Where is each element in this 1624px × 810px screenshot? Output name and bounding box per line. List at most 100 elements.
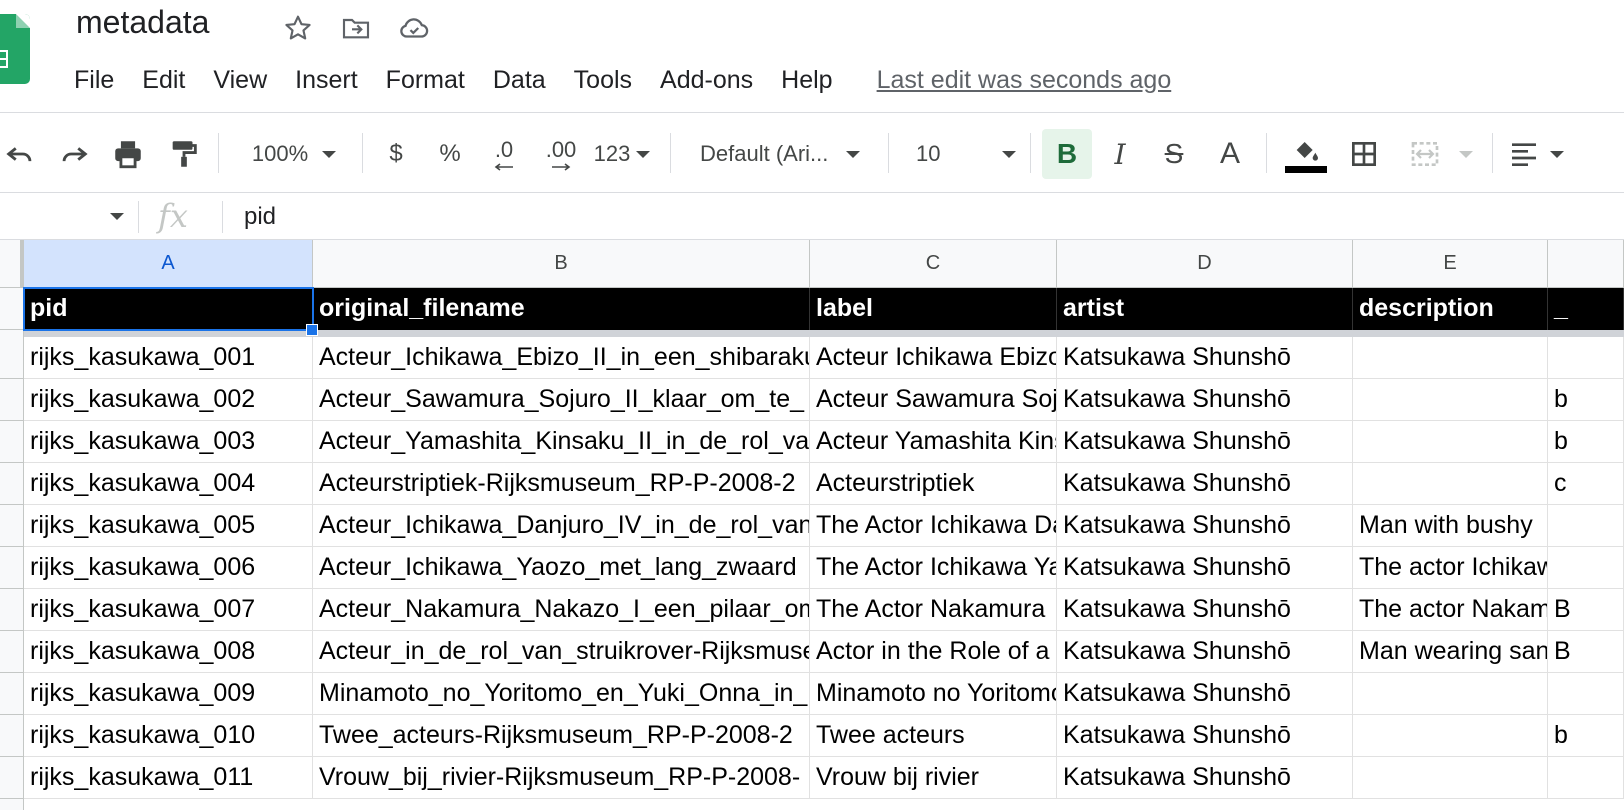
move-to-folder-icon[interactable] [338,10,374,46]
menu-view[interactable]: View [213,66,267,95]
cell-f[interactable] [1548,337,1624,379]
column-header-e[interactable]: E [1353,240,1548,288]
cell-f[interactable] [1548,757,1624,799]
cell-artist[interactable]: Katsukawa Shunshō [1057,589,1353,631]
cell-original-filename[interactable]: Minamoto_no_Yoritomo_en_Yuki_Onna_in_ [313,673,810,715]
cell-f[interactable]: c [1548,463,1624,505]
zoom-select[interactable]: 100% [238,129,350,179]
star-icon[interactable] [280,10,316,46]
cell-description[interactable] [1353,463,1548,505]
column-header-f[interactable] [1548,240,1624,288]
decrease-decimal-button[interactable]: .0 [484,129,524,179]
cell-description[interactable]: Man wearing sandals [1353,631,1548,673]
cell-pid[interactable]: rijks_kasukawa_009 [24,673,313,715]
cell-label[interactable]: Minamoto no Yoritomo [810,673,1057,715]
cell-description[interactable] [1353,379,1548,421]
menu-help[interactable]: Help [781,66,832,95]
cell-pid[interactable]: rijks_kasukawa_001 [24,337,313,379]
cell-pid[interactable]: rijks_kasukawa_004 [24,463,313,505]
cell-f[interactable] [1548,673,1624,715]
header-cell-original-filename[interactable]: original_filename [313,288,810,330]
name-box-chevron-down-icon[interactable] [110,213,124,220]
percent-format-button[interactable]: % [432,129,468,179]
merge-cells-icon[interactable] [1400,129,1480,179]
cell-description[interactable] [1353,715,1548,757]
font-size-select[interactable]: 10 [916,129,1022,179]
row-header[interactable] [0,463,23,505]
cell-artist[interactable]: Katsukawa Shunshō [1057,715,1353,757]
menu-file[interactable]: File [74,66,114,95]
header-cell-description[interactable]: description [1353,288,1548,330]
currency-format-button[interactable]: $ [378,129,414,179]
row-header[interactable] [0,631,23,673]
undo-icon[interactable] [0,129,40,179]
more-formats-button[interactable]: 123 [590,129,654,179]
cell-artist[interactable]: Katsukawa Shunshō [1057,673,1353,715]
cell-original-filename[interactable]: Acteur_Sawamura_Sojuro_II_klaar_om_te_ [313,379,810,421]
header-cell-pid[interactable]: pid [24,288,313,330]
row-header[interactable] [0,379,23,421]
increase-decimal-button[interactable]: .00 [538,129,584,179]
cell-pid[interactable]: rijks_kasukawa_005 [24,505,313,547]
cell-pid[interactable]: rijks_kasukawa_002 [24,379,313,421]
cell-description[interactable] [1353,421,1548,463]
row-header[interactable] [0,505,23,547]
menu-tools[interactable]: Tools [574,66,632,95]
menu-format[interactable]: Format [386,66,465,95]
cell-pid[interactable]: rijks_kasukawa_011 [24,757,313,799]
strikethrough-button[interactable]: S [1154,129,1194,179]
menu-insert[interactable]: Insert [295,66,358,95]
header-cell-label[interactable]: label [810,288,1057,330]
cell-f[interactable]: B [1548,631,1624,673]
cloud-saved-icon[interactable] [396,10,432,46]
menu-add-ons[interactable]: Add-ons [660,66,753,95]
cell-f[interactable] [1548,505,1624,547]
cell-label[interactable]: Acteur Sawamura Sojuro [810,379,1057,421]
cell-f[interactable]: b [1548,715,1624,757]
cell-description[interactable] [1353,337,1548,379]
cell-pid[interactable]: rijks_kasukawa_003 [24,421,313,463]
cell-original-filename[interactable]: Acteur_Ichikawa_Danjuro_IV_in_de_rol_van [313,505,810,547]
last-edit-link[interactable]: Last edit was seconds ago [877,66,1172,95]
row-header[interactable] [0,547,23,589]
frozen-row-divider[interactable] [24,330,1624,337]
text-color-button[interactable]: A [1210,129,1250,179]
column-header-d[interactable]: D [1057,240,1353,288]
cell-label[interactable]: Acteurstriptiek [810,463,1057,505]
cell-artist[interactable]: Katsukawa Shunshō [1057,463,1353,505]
column-header-b[interactable]: B [313,240,810,288]
cell-f[interactable]: b [1548,421,1624,463]
fill-color-icon[interactable] [1284,129,1328,179]
row-header[interactable] [0,757,23,799]
cell-label[interactable]: Acteur Yamashita Kinsaku [810,421,1057,463]
row-header[interactable] [0,288,23,330]
cell-original-filename[interactable]: Twee_acteurs-Rijksmuseum_RP-P-2008-2 [313,715,810,757]
redo-icon[interactable] [54,129,94,179]
cell-description[interactable]: The actor Nakamura [1353,589,1548,631]
cell-original-filename[interactable]: Acteur_Yamashita_Kinsaku_II_in_de_rol_va [313,421,810,463]
cell-pid[interactable]: rijks_kasukawa_006 [24,547,313,589]
document-title[interactable]: metadata [76,4,209,41]
cell-description[interactable]: Man with bushy [1353,505,1548,547]
cell-label[interactable]: Acteur Ichikawa Ebizo [810,337,1057,379]
paint-format-icon[interactable] [164,129,204,179]
cell-label[interactable]: The Actor Ichikawa Danjuro [810,505,1057,547]
header-cell-artist[interactable]: artist [1057,288,1353,330]
cell-label[interactable]: The Actor Nakamura [810,589,1057,631]
cell-original-filename[interactable]: Acteur_Ichikawa_Ebizo_II_in_een_shibarak… [313,337,810,379]
menu-data[interactable]: Data [493,66,546,95]
cell-original-filename[interactable]: Acteur_in_de_rol_van_struikrover-Rijksmu… [313,631,810,673]
cell-original-filename[interactable]: Acteurstriptiek-Rijksmuseum_RP-P-2008-2 [313,463,810,505]
cell-description[interactable] [1353,673,1548,715]
cell-artist[interactable]: Katsukawa Shunshō [1057,379,1353,421]
cell-artist[interactable]: Katsukawa Shunshō [1057,505,1353,547]
cell-artist[interactable]: Katsukawa Shunshō [1057,337,1353,379]
font-family-select[interactable]: Default (Ari... [700,129,876,179]
row-header[interactable] [0,589,23,631]
cell-label[interactable]: Twee acteurs [810,715,1057,757]
cell-original-filename[interactable]: Vrouw_bij_rivier-Rijksmuseum_RP-P-2008- [313,757,810,799]
cell-label[interactable]: The Actor Ichikawa Yaozo [810,547,1057,589]
cell-description[interactable] [1353,757,1548,799]
horizontal-align-icon[interactable] [1504,129,1568,179]
cell-original-filename[interactable]: Acteur_Nakamura_Nakazo_I_een_pilaar_om [313,589,810,631]
